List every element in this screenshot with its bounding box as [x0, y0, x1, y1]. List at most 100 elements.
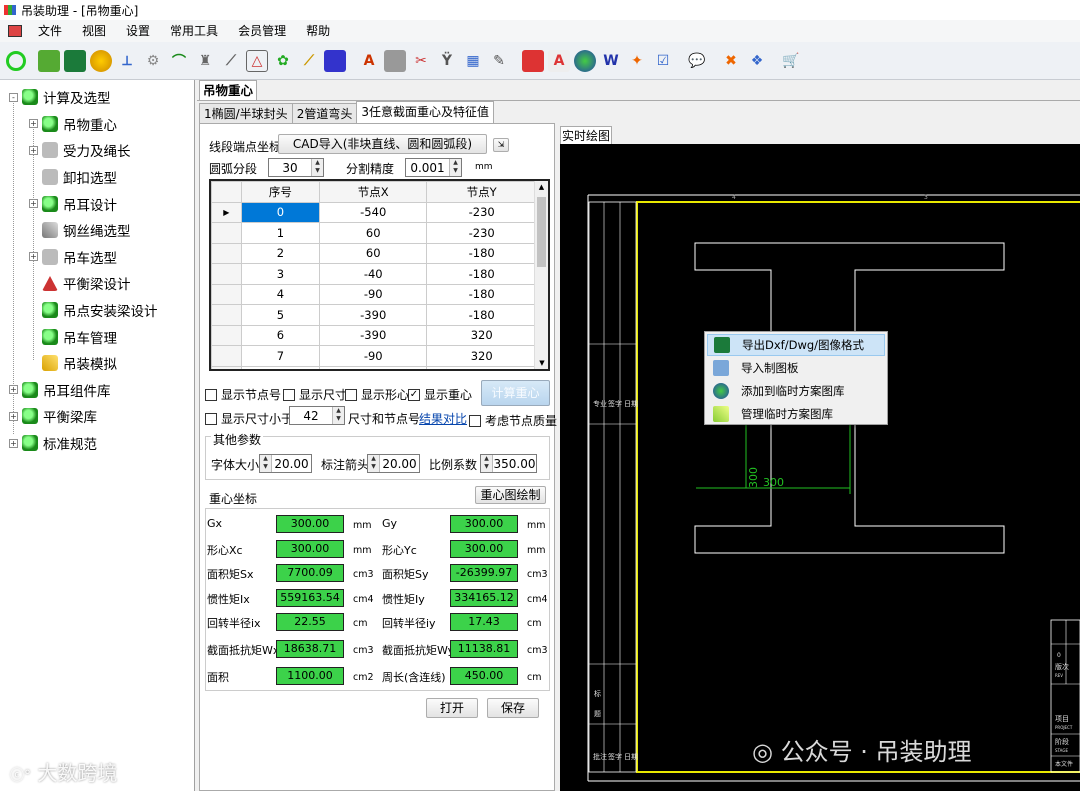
lift-point-tool-icon[interactable]: ✿: [272, 50, 294, 72]
size-less-checkbox[interactable]: 显示尺寸小于: [205, 410, 293, 427]
chat-icon[interactable]: 💬: [686, 50, 708, 72]
font-size-stepper[interactable]: 20.00 ▲ ▼: [259, 454, 312, 473]
grid-header-x[interactable]: 节点X: [319, 181, 428, 203]
menu-tools[interactable]: 常用工具: [160, 20, 228, 42]
shackle-tool-icon[interactable]: ⚙: [142, 50, 164, 72]
save-button[interactable]: 保存: [487, 698, 539, 718]
menu-file[interactable]: 文件: [28, 20, 72, 42]
menu-view[interactable]: 视图: [72, 20, 116, 42]
browse-icon[interactable]: ⇲: [493, 138, 509, 152]
beam-tool-icon[interactable]: △: [246, 49, 268, 72]
menu-help[interactable]: 帮助: [296, 20, 340, 42]
check-mark-icon[interactable]: ✓: [408, 388, 420, 401]
cell-node-x[interactable]: -40: [319, 263, 428, 285]
font-icon[interactable]: A: [548, 49, 570, 72]
spin-arrows-icon[interactable]: ▲ ▼: [311, 159, 323, 176]
table-row[interactable]: 1 60 -230: [211, 222, 537, 244]
cell-index[interactable]: 8: [240, 365, 321, 369]
tree-item[interactable]: 钢丝绳选型: [0, 217, 194, 244]
ball-icon[interactable]: [90, 49, 112, 72]
tree-item[interactable]: + 标准规范: [0, 430, 194, 457]
image-tool-icon[interactable]: [324, 49, 346, 72]
node-grid[interactable]: 序号 节点X 节点Y ▶ 0 -540 -230 1 60 -230 2 60 -180 3 -40-…: [209, 179, 550, 371]
grid-header-y[interactable]: 节点Y: [426, 181, 537, 203]
cell-node-x[interactable]: -90: [319, 365, 428, 369]
show-gravity-checkbox[interactable]: ✓ 显示重心: [408, 386, 472, 403]
cell-node-x[interactable]: 60: [319, 242, 428, 264]
arc-segment-stepper[interactable]: 30 ▲ ▼: [268, 158, 324, 177]
grid-scrollbar[interactable]: ▲ ▼: [534, 181, 548, 369]
cell-index[interactable]: 3: [240, 263, 321, 285]
cell-node-x[interactable]: -390: [319, 324, 428, 346]
power-icon[interactable]: [6, 50, 26, 71]
cart-icon[interactable]: 🛒: [780, 50, 802, 72]
tools-icon[interactable]: ✖: [720, 50, 742, 72]
table-row[interactable]: 5 -390 -180: [211, 304, 537, 326]
tree-expander-icon[interactable]: +: [9, 385, 18, 395]
subtab-pipe-elbow[interactable]: 2管道弯头: [291, 103, 358, 123]
cell-index[interactable]: 0: [240, 201, 321, 223]
scroll-up-icon[interactable]: ▲: [535, 181, 548, 193]
table-row[interactable]: 6 -390 320: [211, 324, 537, 346]
checkbox-box[interactable]: [283, 388, 295, 401]
row-header[interactable]: [211, 345, 242, 367]
cell-index[interactable]: 4: [240, 283, 321, 305]
cell-node-x[interactable]: 60: [319, 222, 428, 244]
tree-item[interactable]: + 受力及绳长: [0, 137, 194, 164]
checklist-icon[interactable]: ☑: [652, 50, 674, 72]
simulation-tool-icon[interactable]: ⟋: [298, 50, 320, 72]
menu-member[interactable]: 会员管理: [228, 20, 296, 42]
cell-node-y[interactable]: -179.99: [426, 365, 537, 369]
pdf-icon[interactable]: [522, 49, 544, 72]
tree-item[interactable]: 吊车管理: [0, 323, 194, 350]
pen-icon[interactable]: ✎: [488, 50, 510, 72]
cell-node-y[interactable]: -230: [426, 222, 537, 244]
cell-index[interactable]: 2: [240, 242, 321, 264]
cell-node-y[interactable]: 320: [426, 324, 537, 346]
cell-node-y[interactable]: -180: [426, 283, 537, 305]
result-compare-link[interactable]: 结果对比: [419, 410, 467, 427]
row-header[interactable]: [211, 242, 242, 264]
ctx-add-library[interactable]: 添加到临时方案图库: [707, 380, 885, 402]
doc-tab-gravity[interactable]: 吊物重心: [199, 80, 257, 100]
calculator-icon[interactable]: [384, 49, 406, 72]
current-row-icon[interactable]: ▶: [211, 201, 242, 223]
cell-node-y[interactable]: 320: [426, 345, 537, 367]
sparkle-icon[interactable]: ✦: [626, 50, 648, 72]
node-mass-checkbox[interactable]: 考虑节点质量: [469, 412, 557, 429]
tree-item[interactable]: + 吊耳组件库: [0, 377, 194, 404]
compass-icon[interactable]: Ÿ: [436, 50, 458, 72]
scroll-down-icon[interactable]: ▼: [535, 357, 548, 369]
text-a-icon[interactable]: A: [358, 50, 380, 72]
table-row[interactable]: 8-90-179.99: [211, 365, 537, 369]
bookmark-icon[interactable]: ❖: [746, 50, 768, 72]
row-header[interactable]: [211, 324, 242, 346]
grid-scroll-thumb[interactable]: [537, 197, 546, 267]
table-row[interactable]: ▶ 0 -540 -230: [211, 201, 537, 223]
open-button[interactable]: 打开: [426, 698, 478, 718]
tree-expander-icon[interactable]: +: [29, 119, 38, 129]
spin-arrows-icon[interactable]: ▲ ▼: [368, 455, 380, 472]
tree-item[interactable]: + 平衡梁库: [0, 403, 194, 430]
tree-expander-icon[interactable]: +: [9, 411, 18, 421]
menu-app-icon[interactable]: [8, 25, 22, 37]
row-header[interactable]: [211, 263, 242, 285]
show-size-checkbox[interactable]: 显示尺寸: [283, 386, 347, 403]
cad-import-button[interactable]: CAD导入(非块直线、圆和圆弧段): [278, 134, 487, 154]
tree-item[interactable]: 卸扣选型: [0, 164, 194, 191]
drawing-canvas[interactable]: 4 3 专业 签字 日期 批注 签字 日期 标 题 300 300 0 版次 R…: [560, 144, 1080, 791]
row-header[interactable]: [211, 222, 242, 244]
tree-item[interactable]: + 吊物重心: [0, 111, 194, 138]
tree-expander-icon[interactable]: +: [9, 438, 18, 448]
ctx-export-dxf[interactable]: 导出Dxf/Dwg/图像格式: [707, 334, 885, 356]
spin-arrows-icon[interactable]: ▲ ▼: [332, 407, 344, 424]
realtime-drawing-tab[interactable]: 实时绘图: [560, 126, 612, 144]
tree-expander-icon[interactable]: +: [29, 145, 38, 155]
cell-node-y[interactable]: -230: [426, 201, 537, 223]
tree-expander-icon[interactable]: -: [9, 92, 18, 102]
crane-tool-icon[interactable]: ⟋: [220, 50, 242, 72]
arrow-stepper[interactable]: 20.00 ▲ ▼: [367, 454, 420, 473]
force-tool-icon[interactable]: ⟂: [116, 50, 138, 72]
cell-node-x[interactable]: -390: [319, 304, 428, 326]
row-header[interactable]: [211, 304, 242, 326]
